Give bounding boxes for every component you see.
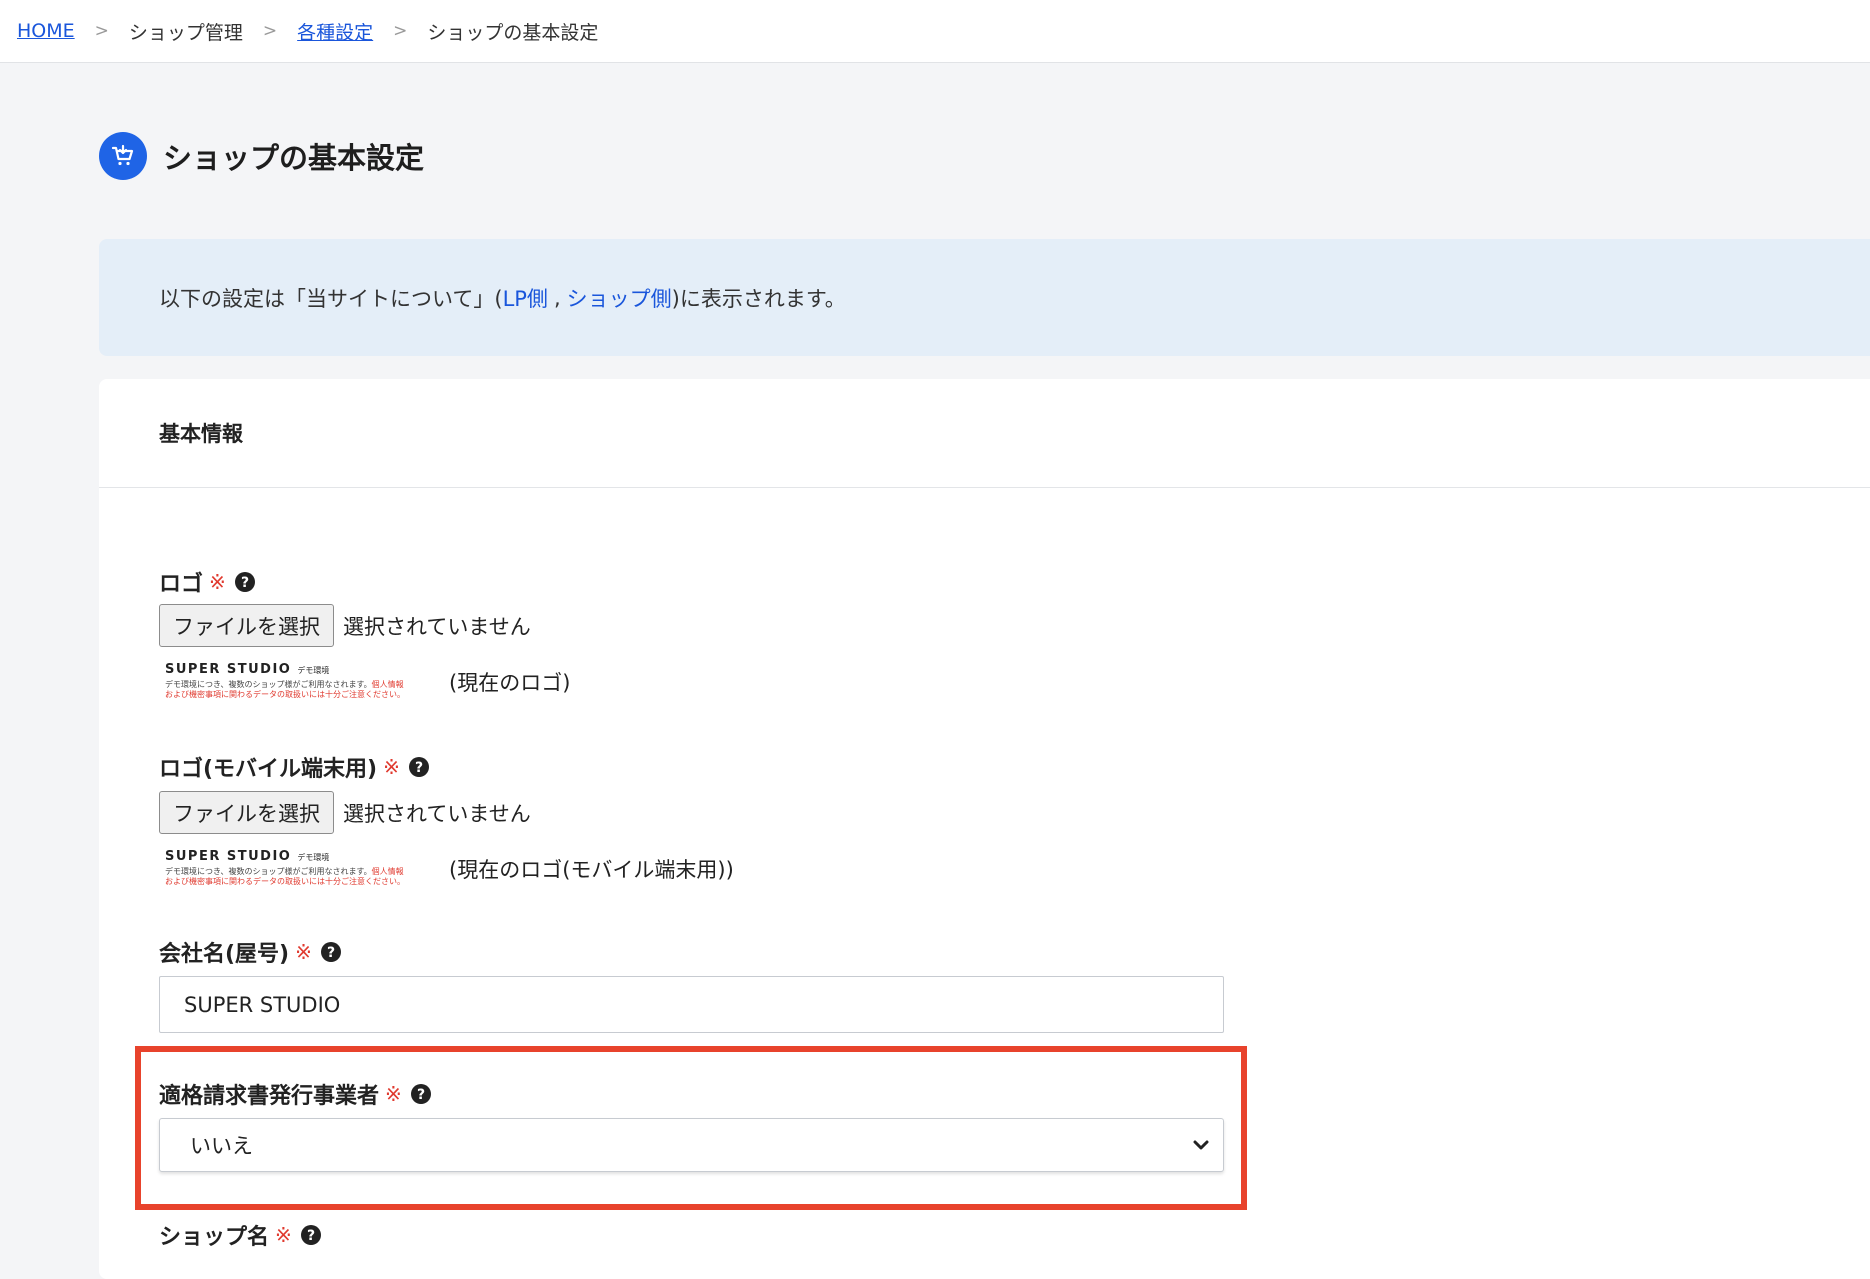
breadcrumb-separator: > xyxy=(262,21,278,41)
company-label-text: 会社名(屋号) xyxy=(159,942,290,967)
page-title-row: ショップの基本設定 xyxy=(99,132,424,180)
svg-text:?: ? xyxy=(415,760,423,776)
logo-mobile-file-button[interactable]: ファイルを選択 xyxy=(159,791,334,834)
help-icon[interactable]: ? xyxy=(408,756,430,778)
page-title: ショップの基本設定 xyxy=(163,141,425,175)
company-name-input[interactable]: SUPER STUDIO xyxy=(159,976,1224,1033)
breadcrumb-settings-link[interactable]: 各種設定 xyxy=(297,18,373,45)
current-logo-caption: (現在のロゴ) xyxy=(449,671,571,695)
chevron-down-icon xyxy=(1191,1135,1211,1160)
logo-file-row: ファイルを選択 選択されていません xyxy=(159,604,531,647)
svg-text:?: ? xyxy=(241,575,249,591)
company-field-label: 会社名(屋号) ※ ? xyxy=(159,936,342,968)
help-icon[interactable]: ? xyxy=(410,1083,432,1105)
logo-mobile-field-label: ロゴ(モバイル端末用) ※ ? xyxy=(159,751,430,783)
help-icon[interactable]: ? xyxy=(300,1224,322,1246)
invoice-issuer-selected-value: いいえ xyxy=(190,1134,253,1158)
required-mark: ※ xyxy=(275,1223,292,1247)
current-logo-mobile-row: SUPER STUDIO デモ環境 デモ環境につき、複数のショップ様がご利用なされ… xyxy=(165,849,734,889)
shop-cart-icon xyxy=(99,132,147,180)
breadcrumb-shop-management: ショップ管理 xyxy=(128,21,243,44)
svg-text:?: ? xyxy=(417,1087,425,1103)
shop-name-label-text: ショップ名 xyxy=(159,1225,270,1250)
breadcrumb-separator: > xyxy=(94,21,109,41)
current-logo-image: SUPER STUDIO デモ環境 デモ環境につき、複数のショップ様がご利用なされ… xyxy=(165,662,435,702)
logo-label-text: ロゴ xyxy=(159,572,204,597)
invoice-issuer-select[interactable]: いいえ xyxy=(159,1118,1224,1172)
logo-mobile-file-status: 選択されていません xyxy=(343,801,531,826)
info-banner: 以下の設定は「当サイトについて」( LP側 , ショップ側 )に表示されます。 xyxy=(99,239,1870,356)
required-mark: ※ xyxy=(385,1082,402,1106)
help-icon[interactable]: ? xyxy=(320,941,342,963)
info-banner-prefix: 以下の設定は「当サイトについて」( xyxy=(159,286,503,311)
logo-field-label: ロゴ ※ ? xyxy=(159,566,256,598)
info-banner-comma: , xyxy=(553,285,561,310)
svg-text:?: ? xyxy=(307,1228,315,1244)
info-link-shop[interactable]: ショップ側 xyxy=(567,283,672,313)
info-banner-suffix: )に表示されます。 xyxy=(671,286,846,311)
required-mark: ※ xyxy=(295,940,312,964)
required-mark: ※ xyxy=(209,570,226,594)
invoice-issuer-field-label: 適格請求書発行事業者 ※ ? xyxy=(159,1078,432,1110)
logo-file-button[interactable]: ファイルを選択 xyxy=(159,604,334,647)
invoice-issuer-label-text: 適格請求書発行事業者 xyxy=(159,1084,380,1109)
breadcrumb: HOME > ショップ管理 > 各種設定 > ショップの基本設定 xyxy=(0,0,1870,63)
logo-brand-text: SUPER STUDIO デモ環境 xyxy=(165,662,330,677)
logo-file-status: 選択されていません xyxy=(343,614,531,639)
info-link-lp[interactable]: LP側 xyxy=(503,283,548,313)
card-header: 基本情報 xyxy=(99,379,1870,488)
logo-brand-text: SUPER STUDIO デモ環境 xyxy=(165,849,330,864)
logo-mobile-file-row: ファイルを選択 選択されていません xyxy=(159,791,531,834)
basic-info-card: 基本情報 ロゴ ※ ? ファイルを選択 選択されていません SUPER STUD… xyxy=(99,379,1870,1279)
svg-text:?: ? xyxy=(327,945,335,961)
breadcrumb-home-link[interactable]: HOME xyxy=(17,20,75,42)
current-logo-mobile-image: SUPER STUDIO デモ環境 デモ環境につき、複数のショップ様がご利用なされ… xyxy=(165,849,435,889)
shop-name-field-label: ショップ名 ※ ? xyxy=(159,1219,322,1251)
help-icon[interactable]: ? xyxy=(234,571,256,593)
current-logo-row: SUPER STUDIO デモ環境 デモ環境につき、複数のショップ様がご利用なされ… xyxy=(165,662,570,702)
required-mark: ※ xyxy=(383,755,400,779)
breadcrumb-current: ショップの基本設定 xyxy=(427,21,599,44)
breadcrumb-separator: > xyxy=(393,21,408,41)
current-logo-mobile-caption: (現在のロゴ(モバイル端末用)) xyxy=(449,858,734,882)
logo-mobile-label-text: ロゴ(モバイル端末用) xyxy=(159,757,378,782)
